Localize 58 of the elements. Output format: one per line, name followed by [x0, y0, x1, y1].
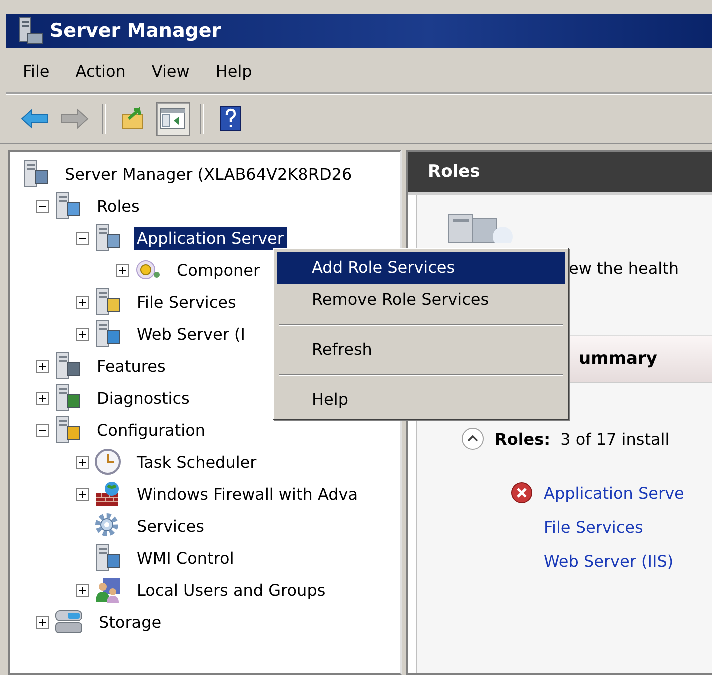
window-title: Server Manager [50, 20, 222, 42]
menu-item[interactable]: View [152, 62, 190, 80]
expander-icon[interactable] [76, 296, 89, 308]
role-link[interactable]: Web Server (IIS) [544, 552, 674, 570]
expander-icon[interactable] [36, 392, 49, 404]
tree-item[interactable]: Web Server (I [134, 322, 248, 346]
description-text: ew the health [569, 259, 680, 278]
expander-icon[interactable] [76, 456, 89, 468]
server-icon [94, 320, 122, 348]
expander-icon[interactable] [76, 232, 89, 244]
expander-icon[interactable] [36, 360, 49, 372]
users-icon [94, 576, 122, 604]
role-link[interactable]: File Services [544, 518, 644, 536]
expander-icon[interactable] [116, 264, 129, 276]
server-icon [54, 192, 82, 220]
drive-icon [54, 608, 84, 636]
tree-item[interactable]: Services [134, 514, 208, 538]
tree-item[interactable]: Roles [94, 194, 143, 218]
roles-count: 3 of 17 install [560, 430, 670, 448]
tree-item[interactable]: Storage [96, 610, 165, 634]
clock-icon [94, 448, 122, 476]
expander-icon[interactable] [76, 328, 89, 340]
tree-item[interactable]: Server Manager (XLAB64V2K8RD26 [62, 162, 356, 186]
expander-icon[interactable] [36, 424, 49, 436]
expander-icon[interactable] [76, 584, 89, 596]
context-menu-item[interactable]: Help [277, 384, 565, 416]
console-tree-button[interactable] [156, 102, 190, 136]
server-icon [54, 416, 82, 444]
server-icon [94, 224, 122, 252]
expander-icon[interactable] [36, 200, 49, 212]
tree-item[interactable]: Diagnostics [94, 386, 193, 410]
context-menu-item[interactable]: Remove Role Services [277, 284, 565, 316]
expander-icon[interactable] [36, 616, 49, 628]
panel-header: Roles [408, 152, 712, 195]
server-icon [94, 288, 122, 316]
server-icon [22, 160, 50, 188]
tree-item[interactable]: Componer [174, 258, 264, 282]
role-link[interactable]: Application Serve [544, 484, 684, 502]
roles-label: Roles: [495, 430, 551, 448]
brick-wall-icon [94, 480, 122, 508]
server-icon [54, 384, 82, 412]
tree-item[interactable]: Task Scheduler [134, 450, 260, 474]
tree-item[interactable]: Windows Firewall with Adva [134, 482, 362, 506]
tree-item[interactable]: File Services [134, 290, 240, 314]
server-icon [54, 352, 82, 380]
tree-item[interactable]: Configuration [94, 418, 209, 442]
menu-item[interactable]: Help [216, 62, 252, 80]
tree-item[interactable]: Local Users and Groups [134, 578, 329, 602]
tree-item[interactable]: Application Server [134, 226, 287, 250]
expander-icon[interactable] [76, 488, 89, 500]
collapse-icon[interactable] [461, 427, 485, 451]
server-icon [18, 17, 44, 45]
menu-item[interactable]: File [23, 62, 50, 80]
server-icon [94, 544, 122, 572]
tree-item[interactable]: WMI Control [134, 546, 238, 570]
tree-item[interactable]: Features [94, 354, 169, 378]
context-menu-item[interactable]: Add Role Services [277, 252, 565, 284]
menu-item[interactable]: Action [76, 62, 126, 80]
